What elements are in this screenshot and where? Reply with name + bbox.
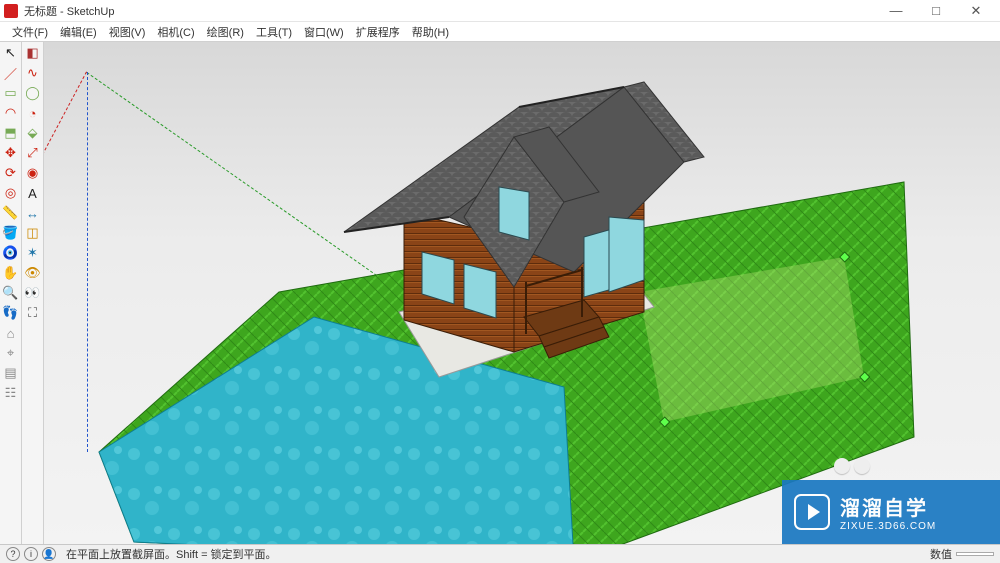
eraser-tool[interactable]: ◧ xyxy=(24,44,42,62)
menu-8[interactable]: 帮助(H) xyxy=(406,22,455,42)
workspace: ↖ ／ ▭ ◠ ⬒ ✥ ⟳ ◎ 📏 🪣 🧿 ✋ 🔍 👣 ⌂ ⌖ ▤ ☷ ◧ ∿ ◯ ◔ ⬙ ⤢ ◉ A ↔ ◫ ✶ 👁 👀 ⛶ xyxy=(0,42,1000,544)
watermark-text-en: ZIXUE.3D66.COM xyxy=(840,521,936,532)
offset-tool[interactable]: ◎ xyxy=(2,184,20,202)
user-icon[interactable]: 👤 xyxy=(42,547,56,561)
status-hint: 在平面上放置截屏面。Shift = 锁定到平面。 xyxy=(66,546,277,562)
app-logo-icon xyxy=(4,4,18,18)
orbit-tool[interactable]: 🧿 xyxy=(2,244,20,262)
menubar: 文件(F)编辑(E)视图(V)相机(C)绘图(R)工具(T)窗口(W)扩展程序帮… xyxy=(0,22,1000,42)
menu-1[interactable]: 编辑(E) xyxy=(54,22,103,42)
walk-tool[interactable]: 👣 xyxy=(2,304,20,322)
play-icon xyxy=(794,494,830,530)
menu-4[interactable]: 绘图(R) xyxy=(201,22,250,42)
push-pull-tool[interactable]: ⬒ xyxy=(2,124,20,142)
location-tool[interactable]: ⌖ xyxy=(2,344,20,362)
zoom-tool[interactable]: 🔍 xyxy=(2,284,20,302)
paint-bucket-tool[interactable]: 🪣 xyxy=(2,224,20,242)
watermark-text-zh: 溜溜自学 xyxy=(840,492,936,521)
section-tool[interactable]: ◫ xyxy=(24,224,42,242)
menu-2[interactable]: 视图(V) xyxy=(103,22,152,42)
menu-5[interactable]: 工具(T) xyxy=(250,22,298,42)
menu-0[interactable]: 文件(F) xyxy=(6,22,54,42)
text-tool[interactable]: A xyxy=(24,184,42,202)
layers-tool[interactable]: ▤ xyxy=(2,364,20,382)
value-label: 数值 xyxy=(930,546,952,562)
menu-6[interactable]: 窗口(W) xyxy=(298,22,350,42)
toolbar-left-1: ↖ ／ ▭ ◠ ⬒ ✥ ⟳ ◎ 📏 🪣 🧿 ✋ 🔍 👣 ⌂ ⌖ ▤ ☷ xyxy=(0,42,22,544)
menu-3[interactable]: 相机(C) xyxy=(151,22,200,42)
circle-tool[interactable]: ◯ xyxy=(24,84,42,102)
warehouse-tool[interactable]: ⌂ xyxy=(2,324,20,342)
protractor-tool[interactable]: ◉ xyxy=(24,164,42,182)
zoom-extents-tool[interactable]: ⛶ xyxy=(24,304,42,322)
rotate-tool[interactable]: ⟳ xyxy=(2,164,20,182)
position-camera-tool[interactable]: 👁 xyxy=(24,264,42,282)
scale-tool[interactable]: ⤢ xyxy=(24,144,42,162)
info-icon[interactable]: i xyxy=(24,547,38,561)
watermark-banner: 溜溜自学 ZIXUE.3D66.COM xyxy=(782,480,1000,544)
arc-tool[interactable]: ◠ xyxy=(2,104,20,122)
look-around-tool[interactable]: 👀 xyxy=(24,284,42,302)
close-button[interactable]: ✕ xyxy=(956,0,996,22)
freehand-tool[interactable]: ∿ xyxy=(24,64,42,82)
window-title: 无标题 - SketchUp xyxy=(24,3,876,19)
select-tool[interactable]: ↖ xyxy=(2,44,20,62)
scenes-tool[interactable]: ☷ xyxy=(2,384,20,402)
dimension-tool[interactable]: ↔ xyxy=(24,204,42,222)
figure-icon xyxy=(834,458,870,474)
rectangle-tool[interactable]: ▭ xyxy=(2,84,20,102)
follow-me-tool[interactable]: ⬙ xyxy=(24,124,42,142)
move-tool[interactable]: ✥ xyxy=(2,144,20,162)
statusbar: ? i 👤 在平面上放置截屏面。Shift = 锁定到平面。 数值 xyxy=(0,544,1000,563)
value-input[interactable] xyxy=(956,552,994,556)
toolbar-left-2: ◧ ∿ ◯ ◔ ⬙ ⤢ ◉ A ↔ ◫ ✶ 👁 👀 ⛶ xyxy=(22,42,44,544)
minimize-button[interactable]: — xyxy=(876,0,916,22)
viewport-3d[interactable]: 溜溜自学 ZIXUE.3D66.COM xyxy=(44,42,1000,544)
axes-tool[interactable]: ✶ xyxy=(24,244,42,262)
line-tool[interactable]: ／ xyxy=(2,64,20,82)
titlebar: 无标题 - SketchUp — □ ✕ xyxy=(0,0,1000,22)
pan-tool[interactable]: ✋ xyxy=(2,264,20,282)
pie-tool[interactable]: ◔ xyxy=(24,104,42,122)
help-icon[interactable]: ? xyxy=(6,547,20,561)
menu-7[interactable]: 扩展程序 xyxy=(350,22,406,42)
tape-measure-tool[interactable]: 📏 xyxy=(2,204,20,222)
maximize-button[interactable]: □ xyxy=(916,0,956,22)
